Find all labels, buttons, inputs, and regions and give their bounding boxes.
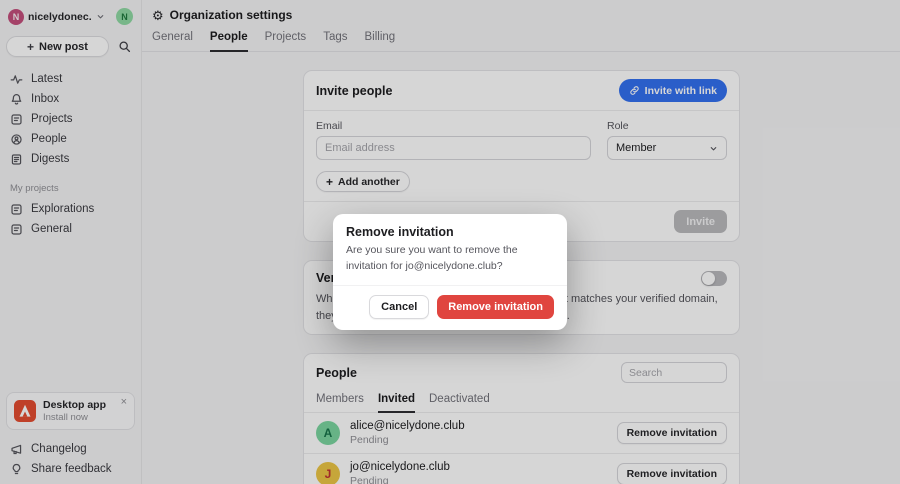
modal-footer: Cancel Remove invitation: [333, 284, 567, 330]
remove-invitation-modal: Remove invitation Are you sure you want …: [333, 214, 567, 330]
modal-title: Remove invitation: [346, 225, 454, 239]
app-root: N nicelydonec... N + New post Latest Inb…: [0, 0, 900, 484]
confirm-remove-invitation-button[interactable]: Remove invitation: [437, 294, 554, 319]
modal-body-text: Are you sure you want to remove the invi…: [346, 244, 518, 272]
cancel-button[interactable]: Cancel: [369, 294, 430, 319]
